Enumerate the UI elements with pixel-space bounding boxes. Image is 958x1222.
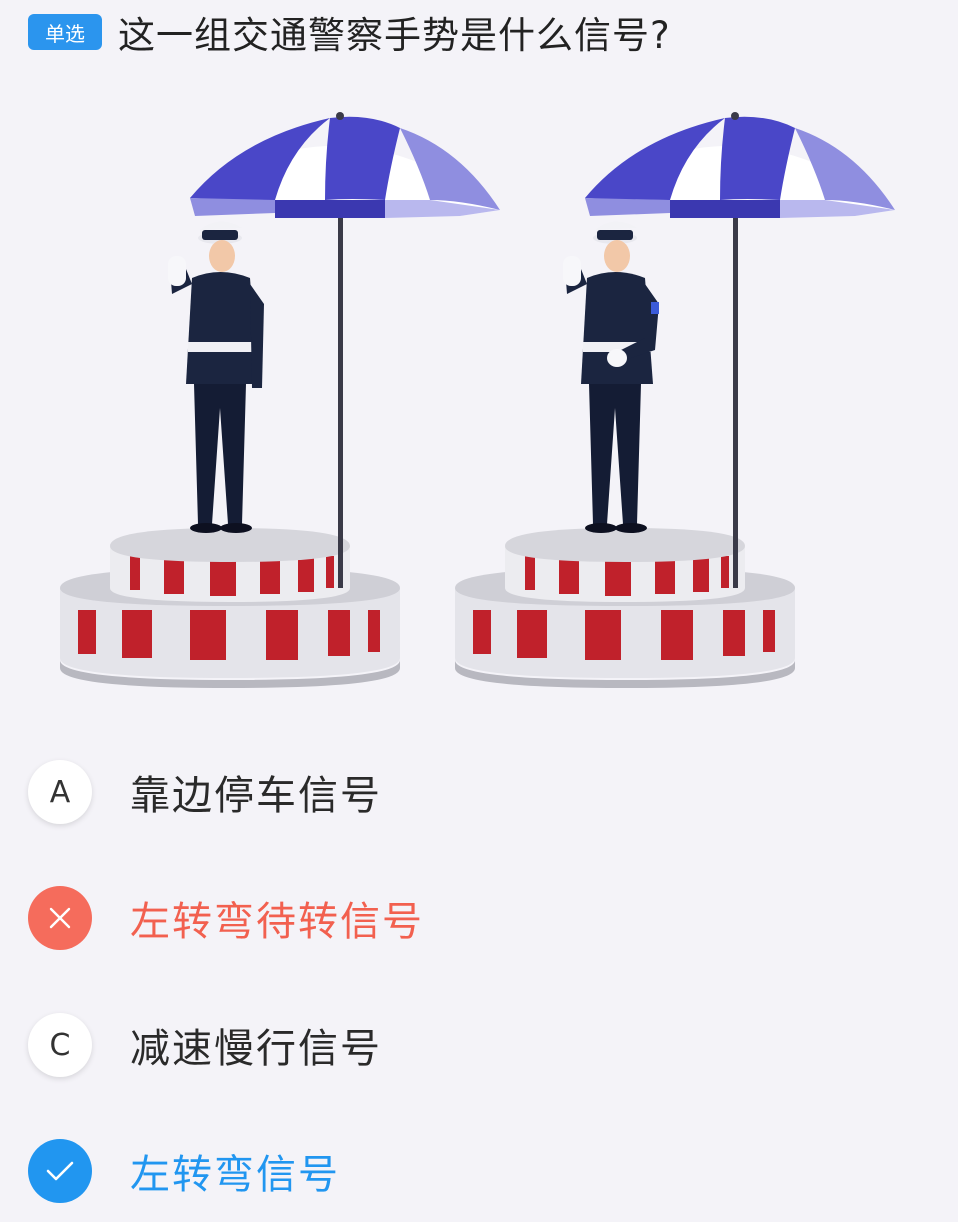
question-type-badge: 单选 (28, 14, 102, 50)
cross-icon (28, 886, 92, 950)
check-icon (28, 1139, 92, 1203)
question-header: 单选 这一组交通警察手势是什么信号? (28, 6, 938, 58)
right-gesture-figure (455, 112, 895, 688)
option-a[interactable]: A 靠边停车信号 (28, 757, 382, 827)
option-b[interactable]: 左转弯待转信号 (28, 883, 424, 953)
option-c[interactable]: C 减速慢行信号 (28, 1010, 382, 1080)
option-a-marker: A (28, 760, 92, 824)
option-b-label: 左转弯待转信号 (130, 899, 424, 945)
option-d[interactable]: 左转弯信号 (28, 1136, 340, 1206)
option-c-label: 减速慢行信号 (130, 1026, 382, 1072)
traffic-police-illustration (60, 112, 895, 688)
left-gesture-figure (60, 112, 500, 688)
question-text: 这一组交通警察手势是什么信号? (118, 14, 671, 57)
option-a-label: 靠边停车信号 (130, 773, 382, 819)
option-c-marker: C (28, 1013, 92, 1077)
option-d-label: 左转弯信号 (130, 1152, 340, 1198)
